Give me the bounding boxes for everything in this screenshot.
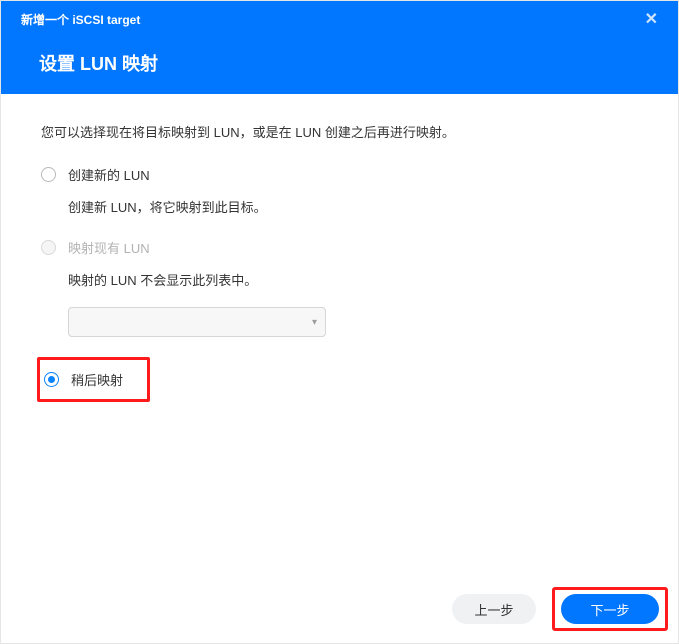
- option-existing-lun-desc: 映射的 LUN 不会显示此列表中。: [68, 270, 638, 289]
- highlight-box-next: 下一步: [552, 587, 668, 631]
- dialog-header: 新增一个 iSCSI target ✕ 设置 LUN 映射: [1, 1, 678, 94]
- radio-existing-lun: [41, 240, 56, 255]
- option-create-lun-row[interactable]: 创建新的 LUN: [41, 161, 638, 187]
- radio-create-lun[interactable]: [41, 167, 56, 182]
- next-button[interactable]: 下一步: [561, 594, 659, 624]
- intro-text: 您可以选择现在将目标映射到 LUN，或是在 LUN 创建之后再进行映射。: [41, 122, 638, 141]
- option-map-later-label: 稍后映射: [71, 370, 123, 389]
- option-create-lun-label: 创建新的 LUN: [68, 165, 150, 184]
- close-icon[interactable]: ✕: [645, 12, 658, 28]
- option-map-later-row[interactable]: 稍后映射: [41, 366, 123, 392]
- option-existing-lun-row: 映射现有 LUN: [41, 234, 638, 260]
- option-create-lun: 创建新的 LUN 创建新 LUN，将它映射到此目标。: [41, 161, 638, 216]
- option-existing-lun-label: 映射现有 LUN: [68, 238, 150, 257]
- chevron-down-icon: ▾: [312, 317, 317, 328]
- header-top: 新增一个 iSCSI target ✕: [21, 11, 658, 28]
- radio-map-later[interactable]: [44, 372, 59, 387]
- page-title: 设置 LUN 映射: [39, 50, 658, 76]
- existing-lun-select: ▾: [68, 307, 326, 337]
- dialog-footer: 上一步 下一步: [1, 581, 678, 643]
- option-create-lun-desc: 创建新 LUN，将它映射到此目标。: [68, 197, 638, 216]
- dialog-content: 您可以选择现在将目标映射到 LUN，或是在 LUN 创建之后再进行映射。 创建新…: [1, 94, 678, 581]
- window-title: 新增一个 iSCSI target: [21, 11, 140, 28]
- option-map-later: 稍后映射: [41, 357, 638, 402]
- back-button[interactable]: 上一步: [452, 594, 536, 624]
- highlight-box-later: 稍后映射: [37, 357, 150, 402]
- option-existing-lun: 映射现有 LUN 映射的 LUN 不会显示此列表中。 ▾: [41, 234, 638, 337]
